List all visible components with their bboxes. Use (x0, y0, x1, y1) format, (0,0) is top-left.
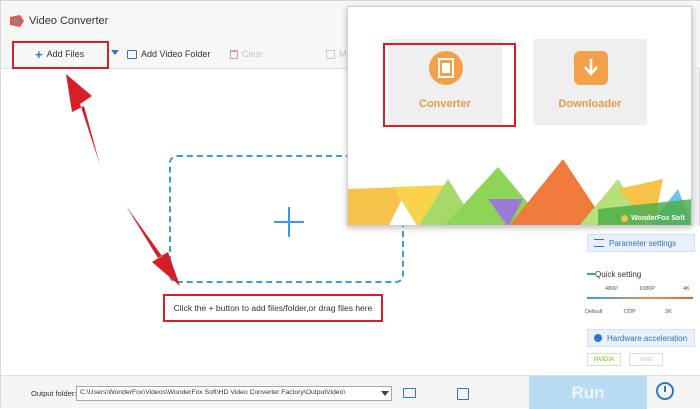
export-icon[interactable] (457, 388, 469, 400)
plus-icon[interactable] (274, 207, 304, 237)
parameter-settings-label: Parameter settings (609, 238, 677, 248)
drop-hint-text: Click the + button to add files/folder,o… (173, 303, 373, 313)
output-folder-label: Output folder: (31, 389, 77, 398)
brand-text: WonderFox Soft (631, 215, 685, 222)
hardware-acceleration-button[interactable]: Hardware acceleration (587, 329, 695, 347)
res-label-720p: 720P (623, 309, 636, 315)
alarm-icon[interactable] (656, 382, 674, 400)
folder-icon[interactable] (403, 388, 416, 398)
res-label-480p: 480P (605, 286, 618, 292)
drop-hint-highlight: Click the + button to add files/folder,o… (163, 294, 383, 322)
clear-button[interactable]: Clear (230, 49, 264, 59)
res-label-4k: 4K (683, 286, 690, 292)
nvidia-badge[interactable]: NVIDIA (587, 353, 621, 366)
output-folder-path: C:\Users\WonderFox\Videos\WonderFox Soft… (80, 389, 346, 396)
intel-label: Intel (640, 356, 652, 363)
chevron-down-icon (111, 50, 119, 55)
launcher-popup: Converter Downloader WonderFox Soft (347, 6, 692, 226)
merge-button[interactable]: M (326, 49, 347, 59)
quality-slider[interactable] (587, 297, 693, 299)
settings-panel: Parameter settings Quick setting 480P 10… (579, 226, 700, 375)
downloader-label: Downloader (558, 98, 622, 110)
merge-label: M (339, 49, 347, 59)
add-video-folder-button[interactable]: Add Video Folder (127, 49, 210, 59)
sliders-icon (594, 239, 604, 247)
app-logo-icon (10, 15, 24, 27)
hardware-acceleration-label: Hardware acceleration (607, 333, 688, 343)
folder-add-icon (127, 49, 137, 59)
res-label-2k: 2K (665, 309, 672, 315)
chip-icon (594, 334, 602, 342)
add-video-folder-label: Add Video Folder (141, 49, 211, 59)
clear-label: Clear (242, 49, 264, 59)
parameter-settings-button[interactable]: Parameter settings (587, 234, 695, 252)
download-icon (574, 51, 608, 85)
downloader-tile[interactable]: Downloader (533, 39, 647, 125)
intel-badge[interactable]: Intel (629, 353, 663, 366)
add-files-dropdown[interactable] (111, 50, 119, 55)
app-title: Video Converter (29, 15, 109, 27)
res-label-1080p: 1080P (639, 286, 655, 292)
res-label-default: Default (585, 309, 603, 315)
trash-icon (230, 49, 238, 59)
add-files-highlight (12, 41, 109, 69)
bottom-bar: Output folder: C:\Users\WonderFox\Videos… (1, 375, 700, 409)
run-button[interactable]: Run (529, 376, 647, 409)
brand-label: WonderFox Soft (621, 215, 685, 222)
chevron-down-icon[interactable] (381, 391, 389, 396)
quick-setting-icon (587, 273, 595, 275)
brand-logo-icon (621, 215, 629, 222)
nvidia-label: NVIDIA (593, 356, 614, 363)
output-folder-select[interactable]: C:\Users\WonderFox\Videos\WonderFox Soft… (76, 386, 392, 401)
merge-icon (326, 49, 335, 59)
quick-setting-label: Quick setting (595, 270, 642, 279)
converter-highlight (383, 43, 516, 127)
